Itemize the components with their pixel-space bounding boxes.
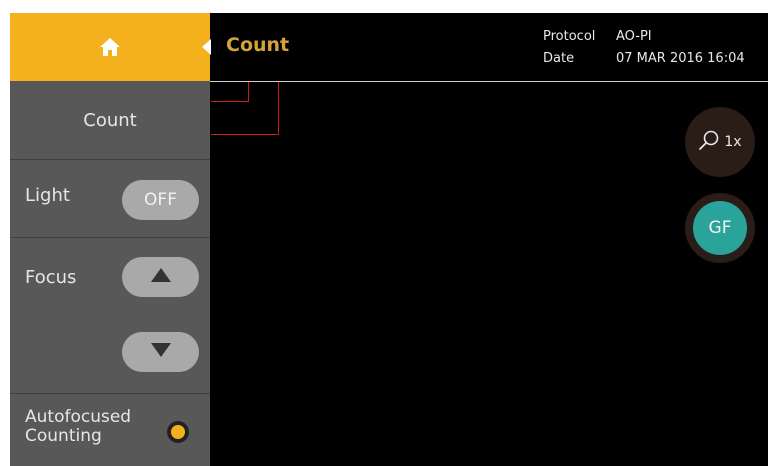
date-key: Date: [543, 51, 575, 66]
zoom-content: 1x: [698, 129, 742, 155]
home-icon: [99, 37, 121, 57]
light-section: Light OFF: [10, 160, 210, 238]
protocol-row: Protocol AO-PI: [543, 26, 745, 48]
home-pointer: [202, 39, 211, 55]
gf-label: GF: [708, 218, 732, 238]
triangle-down-icon: [150, 342, 172, 363]
light-toggle-label: OFF: [144, 190, 177, 210]
gf-button[interactable]: GF: [685, 193, 755, 263]
page-title: Count: [226, 34, 290, 56]
focus-up-button[interactable]: [122, 257, 199, 297]
autofocus-section: Autofocused Counting: [10, 394, 210, 466]
autofocus-radio[interactable]: [167, 421, 189, 443]
zoom-button[interactable]: 1x: [685, 107, 755, 177]
focus-down-button[interactable]: [122, 332, 199, 372]
protocol-key: Protocol: [543, 29, 596, 44]
focus-section: Focus: [10, 238, 210, 394]
autofocus-label-line2: Counting: [25, 426, 102, 446]
light-label: Light: [25, 185, 70, 206]
home-button[interactable]: [10, 13, 210, 81]
roi-box-small: [211, 82, 249, 102]
header-divider: [210, 81, 768, 82]
light-toggle-button[interactable]: OFF: [122, 180, 199, 220]
device-screen: Count Light OFF Focus Autofocused Counti…: [10, 13, 768, 466]
gf-circle: GF: [693, 201, 747, 255]
sidebar-item-label: Count: [83, 110, 137, 131]
date-value: 07 MAR 2016 16:04: [616, 51, 745, 66]
protocol-value: AO-PI: [616, 29, 652, 44]
autofocus-label: Autofocused Counting: [25, 408, 155, 446]
protocol-info: Protocol AO-PI Date 07 MAR 2016 16:04: [543, 26, 745, 70]
sidebar: Count Light OFF Focus Autofocused Counti…: [10, 81, 210, 466]
sidebar-item-count[interactable]: Count: [10, 81, 210, 160]
focus-label: Focus: [25, 267, 77, 288]
triangle-up-icon: [150, 267, 172, 288]
radio-selected-dot: [171, 425, 185, 439]
autofocus-label-line1: Autofocused: [25, 407, 132, 427]
zoom-level: 1x: [724, 134, 742, 150]
date-row: Date 07 MAR 2016 16:04: [543, 48, 745, 70]
magnifier-icon: [698, 129, 720, 155]
